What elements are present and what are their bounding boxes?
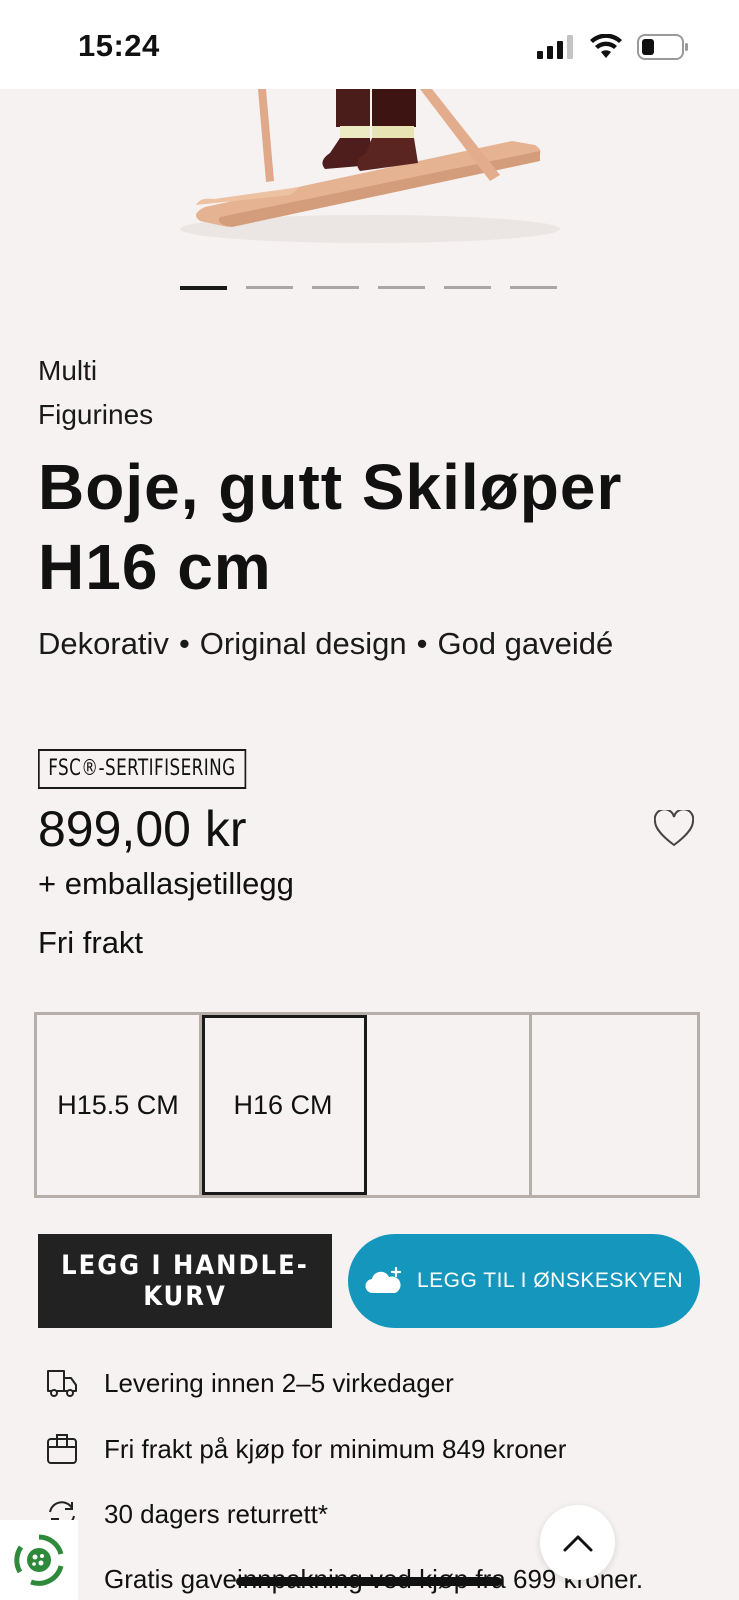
- wifi-icon: [590, 34, 622, 58]
- status-time: 15:24: [78, 28, 160, 63]
- truck-icon: [42, 1363, 82, 1403]
- carousel-dot[interactable]: [246, 286, 293, 289]
- carousel-dot[interactable]: [378, 286, 425, 289]
- product-brand[interactable]: Multi: [38, 355, 97, 387]
- add-to-wishlist-button[interactable]: LEGG TIL I ØNSKESKYEN: [348, 1234, 700, 1328]
- tag-separator: •: [178, 626, 190, 661]
- box-icon: [42, 1429, 82, 1469]
- variant-option[interactable]: [367, 1015, 532, 1195]
- variant-option[interactable]: [532, 1015, 697, 1195]
- carousel-dot[interactable]: [180, 285, 227, 290]
- add-to-cart-button[interactable]: LEGG I HANDLE-KURV: [38, 1234, 332, 1328]
- carousel-indicators: [180, 285, 557, 290]
- fsc-certification-badge: FSC®-SERTIFISERING: [38, 749, 246, 789]
- carousel-dot[interactable]: [312, 286, 359, 289]
- product-tag: Original design: [199, 626, 407, 661]
- variant-option-selected[interactable]: H16 CM: [202, 1015, 367, 1195]
- usp-text: Levering innen 2–5 virkedager: [104, 1367, 454, 1398]
- shipping-note: Fri frakt: [38, 925, 144, 960]
- product-category[interactable]: Figurines: [38, 399, 153, 431]
- chevron-up-icon: [563, 1535, 592, 1551]
- size-variant-selector: H15.5 CM H16 CM: [34, 1012, 700, 1198]
- product-price: 899,00 kr: [38, 801, 247, 857]
- usp-returns: 30 dagers returrett*: [42, 1494, 328, 1534]
- product-tags: Dekorativ • Original design • God gaveidé: [38, 625, 698, 663]
- product-tag: God gaveidé: [437, 626, 614, 661]
- home-indicator: [236, 1577, 502, 1586]
- cloud-plus-icon: [365, 1267, 402, 1294]
- scroll-to-top-button[interactable]: [540, 1505, 615, 1580]
- packaging-note: + emballasjetillegg: [38, 866, 294, 901]
- cellular-signal-icon: [537, 35, 573, 59]
- product-title: Boje, gutt Skiløper H16 cm: [38, 451, 623, 603]
- product-tag: Dekorativ: [38, 626, 169, 661]
- usp-text: 30 dagers returrett*: [104, 1498, 329, 1529]
- status-bar: 15:24: [0, 0, 739, 89]
- carousel-dot[interactable]: [510, 286, 557, 289]
- usp-free-shipping: Fri frakt på kjøp for minimum 849 kroner: [42, 1429, 566, 1469]
- eco-badge[interactable]: [0, 1520, 78, 1600]
- add-to-wishlist-label: LEGG TIL I ØNSKESKYEN: [416, 1269, 684, 1292]
- product-image[interactable]: [0, 89, 739, 289]
- tag-separator: •: [416, 626, 428, 661]
- usp-delivery: Levering innen 2–5 virkedager: [42, 1363, 454, 1403]
- wishlist-heart-icon[interactable]: [654, 810, 694, 848]
- status-icons: [537, 34, 689, 60]
- usp-text: Fri frakt på kjøp for minimum 849 kroner: [104, 1433, 567, 1464]
- battery-icon: [637, 34, 688, 60]
- recycle-globe-icon: [14, 1534, 64, 1586]
- variant-option[interactable]: H15.5 CM: [37, 1015, 202, 1195]
- carousel-dot[interactable]: [444, 286, 491, 289]
